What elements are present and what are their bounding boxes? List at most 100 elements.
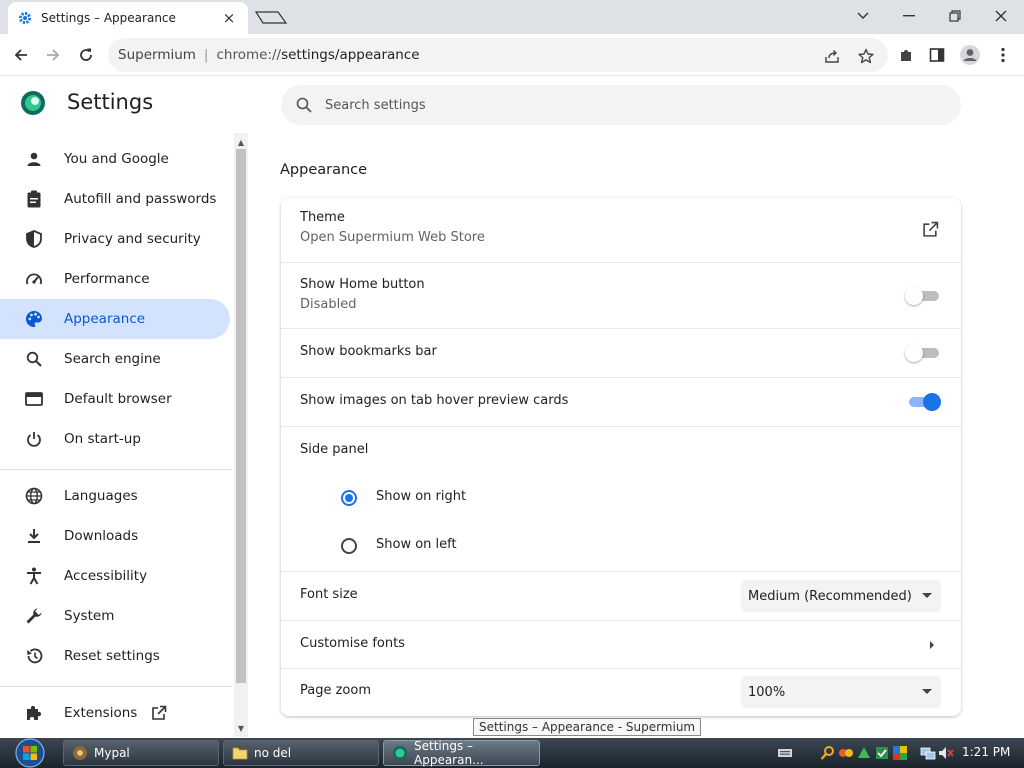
hover-images-row[interactable]: Show images on tab hover preview cards <box>281 377 961 426</box>
site-chip: Supermium <box>118 47 196 63</box>
theme-label: Theme <box>300 210 345 225</box>
speedometer-icon <box>24 269 44 289</box>
extensions-puzzle-icon[interactable] <box>891 40 921 70</box>
theme-row[interactable]: Theme Open Supermium Web Store <box>281 198 961 262</box>
profile-avatar[interactable] <box>955 40 985 70</box>
tab-settings-appearance[interactable]: Settings – Appearance × <box>8 2 248 34</box>
taskbar-button-mypal[interactable]: Mypal <box>63 740 219 766</box>
home-button-toggle[interactable] <box>905 287 939 305</box>
tab-close-button[interactable]: × <box>220 9 238 27</box>
side-panel-right-radio[interactable] <box>341 490 357 506</box>
theme-sublabel: Open Supermium Web Store <box>300 230 485 245</box>
sidebar-item-on-startup[interactable]: On start-up <box>0 419 230 459</box>
sidebar-item-default-browser[interactable]: Default browser <box>0 379 230 419</box>
font-size-select[interactable]: Medium (Recommended) <box>741 580 941 612</box>
sidebar-item-label: You and Google <box>64 151 169 167</box>
tab-strip: Settings – Appearance × <box>0 0 1024 34</box>
customise-fonts-row[interactable]: Customise fonts <box>281 620 961 668</box>
font-size-row: Font size Medium (Recommended) <box>281 571 961 620</box>
bookmarks-bar-label: Show bookmarks bar <box>300 344 437 359</box>
search-settings[interactable] <box>281 85 961 125</box>
home-button-label: Show Home button <box>300 277 425 292</box>
accessibility-icon <box>24 566 44 586</box>
network-icon[interactable] <box>920 745 936 761</box>
sidebar-item-label: Privacy and security <box>64 231 201 247</box>
home-button-sublabel: Disabled <box>300 297 357 312</box>
supermium-icon <box>392 745 408 761</box>
search-tray-icon[interactable] <box>820 745 836 761</box>
sidebar-item-autofill[interactable]: Autofill and passwords <box>0 179 230 219</box>
bookmarks-bar-row[interactable]: Show bookmarks bar <box>281 328 961 377</box>
side-panel-right-label[interactable]: Show on right <box>376 489 466 504</box>
sidebar-item-system[interactable]: System <box>0 596 230 636</box>
taskbar: Mypal no del Settings – Appearan... 1:21… <box>0 738 1024 768</box>
sidebar-item-extensions[interactable]: Extensions <box>0 693 230 733</box>
keyboard-icon[interactable] <box>777 745 793 761</box>
tab-search-button[interactable] <box>840 0 886 32</box>
address-bar[interactable]: Supermium | chrome://settings/appearance <box>108 38 888 72</box>
search-icon <box>296 97 312 113</box>
sidebar-item-privacy[interactable]: Privacy and security <box>0 219 230 259</box>
side-panel-row: Side panel Show on right Show on left <box>281 426 961 571</box>
side-panel-left-label[interactable]: Show on left <box>376 537 457 552</box>
search-input[interactable] <box>325 97 885 113</box>
hover-images-label: Show images on tab hover preview cards <box>300 393 569 408</box>
reload-button[interactable] <box>71 40 101 70</box>
external-link-icon[interactable] <box>922 221 939 238</box>
tray-app-icon[interactable] <box>874 745 890 761</box>
scroll-up-arrow-icon[interactable]: ▲ <box>234 135 248 149</box>
toolbar: Supermium | chrome://settings/appearance <box>0 34 1024 76</box>
start-button[interactable] <box>10 738 50 768</box>
taskbar-label: Mypal <box>94 746 130 760</box>
scroll-down-arrow-icon[interactable]: ▼ <box>234 721 248 735</box>
url-path: settings/appearance <box>281 47 420 63</box>
sidebar-item-reset[interactable]: Reset settings <box>0 636 230 676</box>
sidebar-item-label: Performance <box>64 271 150 287</box>
sidebar-item-performance[interactable]: Performance <box>0 259 230 299</box>
palette-icon <box>24 309 44 329</box>
sidebar-item-accessibility[interactable]: Accessibility <box>0 556 230 596</box>
supermium-logo <box>20 90 46 116</box>
external-link-icon <box>151 705 167 721</box>
page-title: Settings <box>67 90 154 114</box>
minimize-button[interactable] <box>886 0 932 32</box>
sidebar-item-you-and-google[interactable]: You and Google <box>0 139 230 179</box>
new-tab-button[interactable] <box>254 8 288 26</box>
restore-button[interactable] <box>932 0 978 32</box>
sidebar-divider <box>0 469 232 470</box>
bookmarks-bar-toggle[interactable] <box>905 344 939 362</box>
share-icon[interactable] <box>822 46 842 66</box>
tray-app-icon[interactable] <box>838 745 854 761</box>
sidebar-item-appearance[interactable]: Appearance <box>0 299 230 339</box>
wrench-icon <box>24 606 44 626</box>
taskbar-button-settings[interactable]: Settings – Appearan... <box>383 739 540 767</box>
volume-muted-icon[interactable] <box>938 745 954 761</box>
chevron-down-icon <box>922 593 932 598</box>
sidebar-scrollbar[interactable]: ▲ ▼ <box>234 133 248 737</box>
sidebar-item-label: Search engine <box>64 351 161 367</box>
sidebar-item-languages[interactable]: Languages <box>0 476 230 516</box>
sidebar-item-label: Autofill and passwords <box>64 191 217 207</box>
sidebar-item-search-engine[interactable]: Search engine <box>0 339 230 379</box>
sidebar-item-label: Default browser <box>64 391 172 407</box>
hover-images-toggle[interactable] <box>909 393 941 411</box>
customise-fonts-label: Customise fonts <box>300 636 405 651</box>
tray-app-icon[interactable] <box>856 745 872 761</box>
taskbar-label: no del <box>254 746 292 760</box>
close-window-button[interactable] <box>978 0 1024 32</box>
scrollbar-thumb[interactable] <box>236 149 246 683</box>
star-icon[interactable] <box>856 46 876 66</box>
font-size-value: Medium (Recommended) <box>748 588 912 604</box>
taskbar-button-no-del[interactable]: no del <box>223 740 379 766</box>
tray-app-icon[interactable] <box>892 745 908 761</box>
menu-kebab-icon[interactable] <box>988 40 1018 70</box>
side-panel-icon[interactable] <box>922 40 952 70</box>
page-zoom-select[interactable]: 100% <box>741 676 941 708</box>
forward-button[interactable] <box>38 40 68 70</box>
back-button[interactable] <box>6 40 36 70</box>
home-button-row[interactable]: Show Home button Disabled <box>281 262 961 328</box>
appearance-card: Theme Open Supermium Web Store Show Home… <box>281 198 961 716</box>
shield-icon <box>24 229 44 249</box>
side-panel-left-radio[interactable] <box>341 538 357 554</box>
sidebar-item-downloads[interactable]: Downloads <box>0 516 230 556</box>
